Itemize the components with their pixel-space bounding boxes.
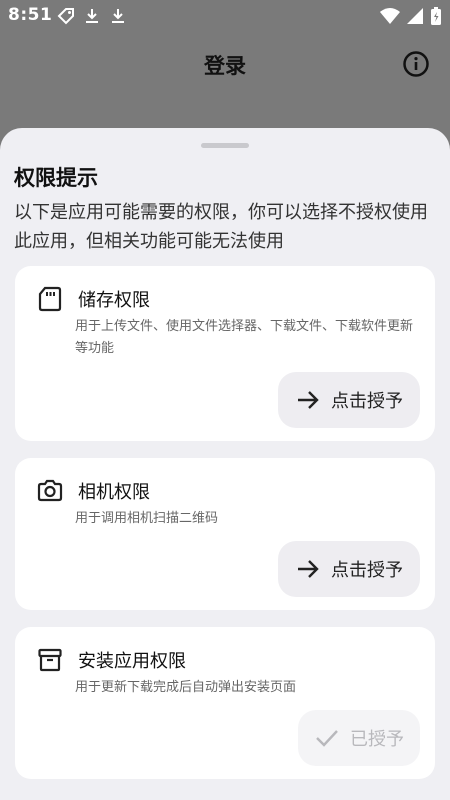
page-title: 登录 <box>204 54 246 78</box>
permission-description: 用于更新下载完成后自动弹出安装页面 <box>75 680 297 695</box>
granted-install-button: 已授予 <box>298 710 420 766</box>
info-icon[interactable] <box>402 50 430 78</box>
status-bar: 8:51 <box>0 0 450 32</box>
permission-card-install: 安装应用权限 用于更新下载完成后自动弹出安装页面 已授予 <box>15 627 435 779</box>
check-icon <box>314 725 340 751</box>
permission-title: 安装应用权限 <box>78 651 186 672</box>
tag-icon <box>56 6 76 26</box>
grant-storage-button[interactable]: 点击授予 <box>278 372 420 428</box>
app-bar: 登录 <box>0 32 450 96</box>
sheet-description: 以下是应用可能需要的权限，你可以选择不授权使用此应用，但相关功能可能无法使用 <box>14 202 428 252</box>
wifi-icon <box>380 7 400 25</box>
grant-button-label: 点击授予 <box>331 560 403 581</box>
permission-title: 储存权限 <box>78 290 150 311</box>
arrow-right-icon <box>295 556 321 582</box>
archive-box-icon <box>37 647 63 673</box>
grant-button-label: 点击授予 <box>331 391 403 412</box>
grant-camera-button[interactable]: 点击授予 <box>278 541 420 597</box>
signal-icon <box>406 7 424 25</box>
battery-icon <box>430 6 442 26</box>
permission-title: 相机权限 <box>78 482 150 503</box>
grant-button-label: 已授予 <box>350 729 404 750</box>
permission-sheet: 权限提示 以下是应用可能需要的权限，你可以选择不授权使用此应用，但相关功能可能无… <box>0 128 450 800</box>
permission-description: 用于上传文件、使用文件选择器、下载文件、下载软件更新等功能 <box>75 319 414 356</box>
download-icon <box>82 6 102 26</box>
camera-icon <box>37 478 63 504</box>
arrow-right-icon <box>295 387 321 413</box>
sheet-title: 权限提示 <box>14 166 98 190</box>
sd-card-icon <box>37 286 63 312</box>
download-icon <box>108 6 128 26</box>
permission-card-storage: 储存权限 用于上传文件、使用文件选择器、下载文件、下载软件更新等功能 点击授予 <box>15 266 435 441</box>
permission-card-camera: 相机权限 用于调用相机扫描二维码 点击授予 <box>15 458 435 610</box>
permission-description: 用于调用相机扫描二维码 <box>75 511 219 526</box>
drag-handle[interactable] <box>201 143 249 148</box>
status-time: 8:51 <box>8 5 53 25</box>
